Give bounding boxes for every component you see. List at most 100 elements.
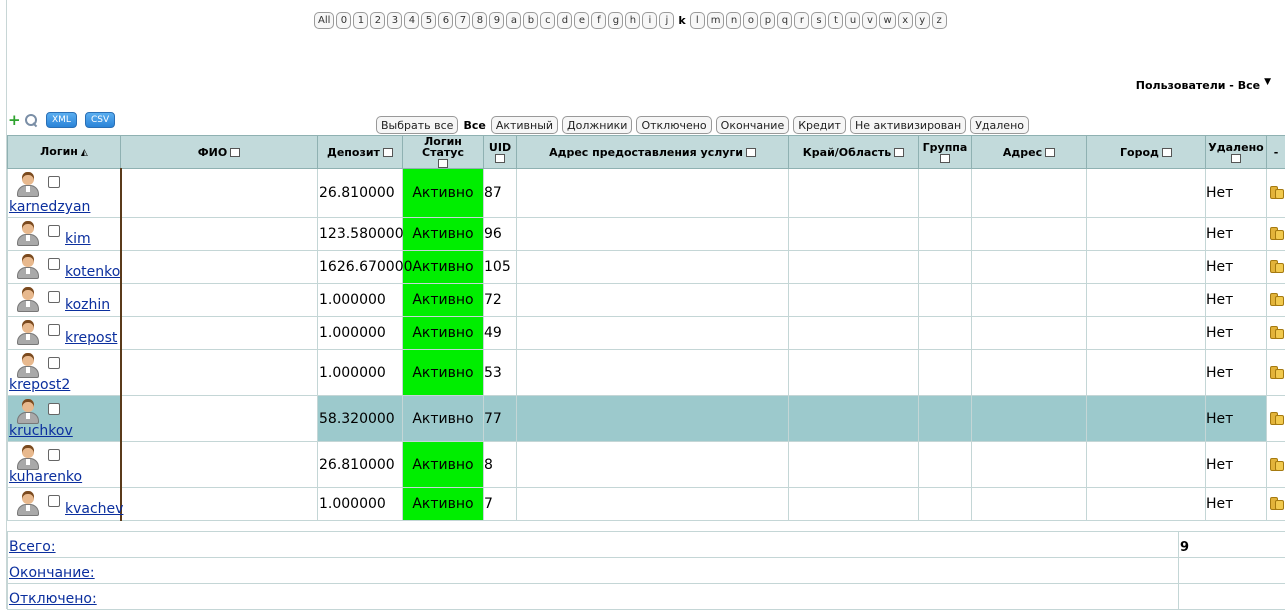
login-link[interactable]: kruchkov: [9, 423, 73, 439]
letter-button-u[interactable]: u: [845, 12, 860, 29]
col-address-toggle[interactable]: [1045, 148, 1055, 157]
filter-not-activated-button[interactable]: Не активизирован: [850, 116, 966, 134]
letter-button-l[interactable]: l: [690, 12, 705, 29]
table-row[interactable]: krepost1.000000Активно49Нет: [8, 317, 1285, 350]
login-link[interactable]: kvachev: [65, 501, 123, 517]
table-row[interactable]: kozhin1.000000Активно72Нет: [8, 284, 1285, 317]
letter-button-d[interactable]: d: [557, 12, 572, 29]
letter-button-h[interactable]: h: [625, 12, 640, 29]
col-group[interactable]: Группа: [919, 136, 972, 169]
export-csv-button[interactable]: CSV: [85, 112, 115, 128]
table-row[interactable]: kotenko1626.670000Активно105Нет: [8, 251, 1285, 284]
col-login[interactable]: Логин◭: [8, 136, 121, 169]
filter-credit-button[interactable]: Кредит: [793, 116, 846, 134]
col-fio-toggle[interactable]: [230, 148, 240, 157]
letter-button-2[interactable]: 2: [370, 12, 385, 29]
letter-button-i[interactable]: i: [642, 12, 657, 29]
letter-button-o[interactable]: o: [743, 12, 758, 29]
filter-deleted-button[interactable]: Удалено: [970, 116, 1029, 134]
col-uid[interactable]: UID: [484, 136, 517, 169]
letter-button-r[interactable]: r: [794, 12, 809, 29]
login-link[interactable]: krepost: [65, 330, 117, 346]
coins-icon[interactable]: [1269, 225, 1283, 239]
filter-active-button[interactable]: Активный: [491, 116, 558, 134]
summary-link[interactable]: Окончание:: [9, 565, 95, 581]
letter-button-g[interactable]: g: [608, 12, 623, 29]
letter-button-m[interactable]: m: [707, 12, 725, 29]
letter-button-8[interactable]: 8: [472, 12, 487, 29]
login-link[interactable]: karnedzyan: [9, 199, 90, 215]
coins-icon[interactable]: [1269, 364, 1283, 378]
letter-button-n[interactable]: n: [726, 12, 741, 29]
letter-button-1[interactable]: 1: [353, 12, 368, 29]
letter-button-s[interactable]: s: [811, 12, 826, 29]
coins-icon[interactable]: [1269, 495, 1283, 509]
col-deposit-toggle[interactable]: [383, 148, 393, 157]
row-checkbox[interactable]: [48, 176, 60, 188]
letter-button-q[interactable]: q: [777, 12, 792, 29]
col-login-status[interactable]: Логин Статус: [403, 136, 484, 169]
col-address[interactable]: Адрес: [972, 136, 1087, 169]
col-city-toggle[interactable]: [1162, 148, 1172, 157]
table-row[interactable]: kuharenko26.810000Активно8Нет: [8, 442, 1285, 488]
row-checkbox[interactable]: [48, 291, 60, 303]
letter-button-5[interactable]: 5: [421, 12, 436, 29]
letter-button-w[interactable]: w: [879, 12, 895, 29]
coins-icon[interactable]: [1269, 291, 1283, 305]
filter-debtors-button[interactable]: Должники: [562, 116, 632, 134]
login-link[interactable]: kim: [65, 231, 91, 247]
login-link[interactable]: kuharenko: [9, 469, 82, 485]
search-icon[interactable]: [24, 113, 38, 127]
col-service-address-toggle[interactable]: [746, 148, 756, 157]
letter-button-v[interactable]: v: [862, 12, 877, 29]
row-checkbox[interactable]: [48, 258, 60, 270]
letter-button-6[interactable]: 6: [438, 12, 453, 29]
letter-button-b[interactable]: b: [523, 12, 538, 29]
col-group-toggle[interactable]: [940, 154, 950, 163]
filter-expired-button[interactable]: Окончание: [716, 116, 790, 134]
letter-button-4[interactable]: 4: [404, 12, 419, 29]
summary-link[interactable]: Всего:: [9, 539, 56, 555]
login-link[interactable]: kozhin: [65, 297, 110, 313]
col-login-status-toggle[interactable]: [438, 159, 448, 168]
letter-button-j[interactable]: j: [659, 12, 674, 29]
letter-button-e[interactable]: e: [574, 12, 589, 29]
col-deleted[interactable]: Удалено: [1206, 136, 1267, 169]
row-checkbox[interactable]: [48, 495, 60, 507]
letter-button-0[interactable]: 0: [336, 12, 351, 29]
row-checkbox[interactable]: [48, 225, 60, 237]
coins-icon[interactable]: [1269, 184, 1283, 198]
users-menu[interactable]: Пользователи - Все▼: [1136, 79, 1271, 92]
table-row[interactable]: karnedzyan26.810000Активно87Нет: [8, 169, 1285, 218]
coins-icon[interactable]: [1269, 324, 1283, 338]
letter-button-7[interactable]: 7: [455, 12, 470, 29]
letter-button-p[interactable]: p: [760, 12, 775, 29]
col-region[interactable]: Край/Область: [789, 136, 919, 169]
letter-button-All[interactable]: All: [314, 12, 334, 29]
summary-link[interactable]: Отключено:: [9, 591, 97, 607]
col-city[interactable]: Город: [1087, 136, 1206, 169]
letter-button-t[interactable]: t: [828, 12, 843, 29]
col-deposit[interactable]: Депозит: [318, 136, 403, 169]
letter-button-c[interactable]: c: [540, 12, 555, 29]
filter-disabled-button[interactable]: Отключено: [636, 116, 711, 134]
letter-button-a[interactable]: a: [506, 12, 521, 29]
col-fio[interactable]: ФИО: [121, 136, 318, 169]
letter-button-z[interactable]: z: [932, 12, 947, 29]
login-link[interactable]: kotenko: [65, 264, 120, 280]
coins-icon[interactable]: [1269, 456, 1283, 470]
col-service-address[interactable]: Адрес предоставления услуги: [517, 136, 789, 169]
col-deleted-toggle[interactable]: [1231, 154, 1241, 163]
col-uid-toggle[interactable]: [495, 154, 505, 163]
coins-icon[interactable]: [1269, 410, 1283, 424]
letter-button-3[interactable]: 3: [387, 12, 402, 29]
table-row[interactable]: kim123.580000Активно96Нет: [8, 218, 1285, 251]
table-row[interactable]: krepost21.000000Активно53Нет: [8, 350, 1285, 396]
letter-button-f[interactable]: f: [591, 12, 606, 29]
row-checkbox[interactable]: [48, 324, 60, 336]
table-row[interactable]: kruchkov58.320000Активно77Нет: [8, 396, 1285, 442]
col-region-toggle[interactable]: [894, 148, 904, 157]
export-xml-button[interactable]: XML: [46, 112, 77, 128]
table-row[interactable]: kvachev1.000000Активно7Нет: [8, 488, 1285, 521]
letter-button-y[interactable]: y: [915, 12, 930, 29]
